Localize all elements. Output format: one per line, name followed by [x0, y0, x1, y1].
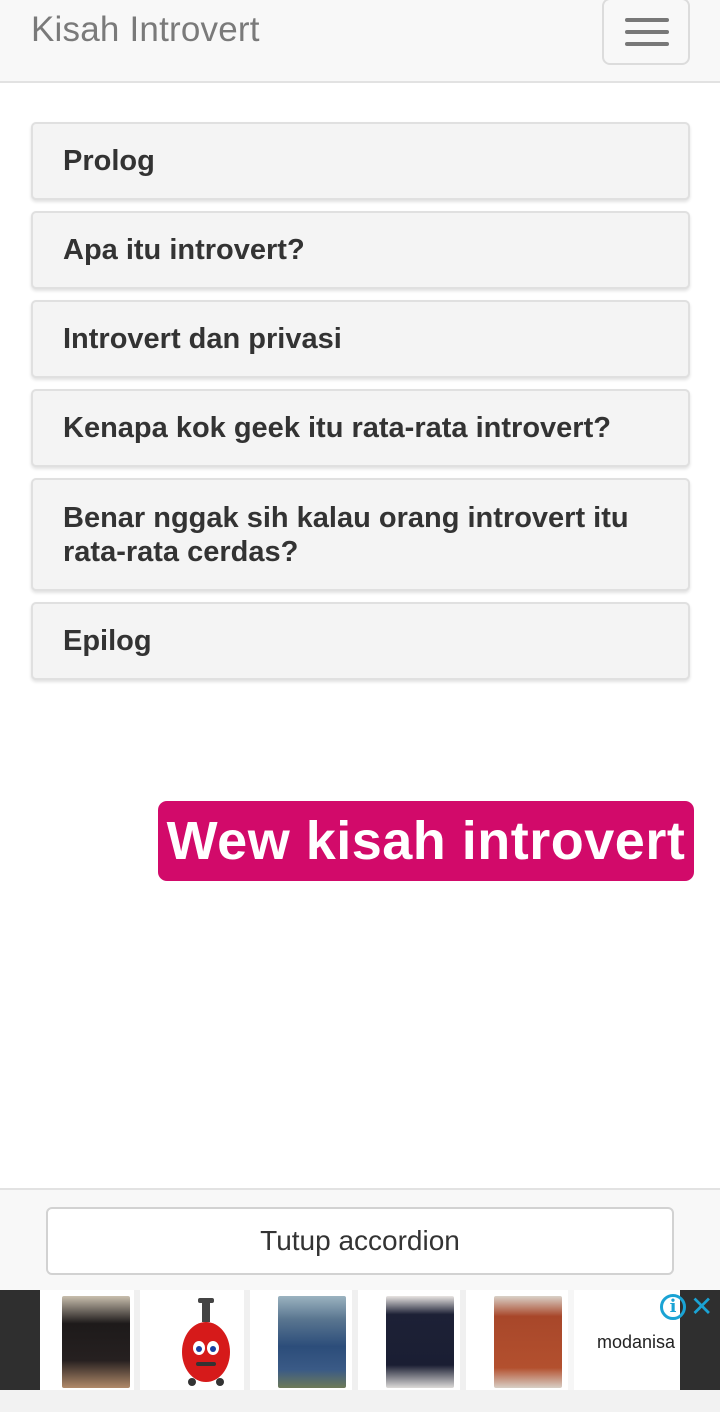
ad-product-card[interactable] [366, 1290, 466, 1390]
ad-product-card[interactable] [150, 1290, 250, 1390]
accordion-item-label: Benar nggak sih kalau orang introvert it… [63, 501, 629, 568]
footer: Tutup accordion [0, 1188, 720, 1292]
ad-product-card[interactable] [40, 1290, 140, 1390]
brand-title[interactable]: Kisah Introvert [31, 10, 260, 50]
banner-text: Wew kisah introvert [166, 811, 686, 871]
floral-dress-thumbnail [62, 1296, 130, 1388]
denim-set-thumbnail [278, 1296, 346, 1388]
bottom-spacer [0, 1390, 720, 1412]
accordion-item-label: Apa itu introvert? [63, 234, 305, 266]
close-accordion-button[interactable]: Tutup accordion [46, 1207, 674, 1275]
promo-banner: Wew kisah introvert [158, 801, 694, 881]
info-icon[interactable]: i [660, 1294, 686, 1320]
menu-toggle-button[interactable] [602, 0, 690, 65]
accordion-item-label: Kenapa kok geek itu rata-rata introvert? [63, 412, 611, 444]
accordion-item-benar-nggak-sih[interactable]: Benar nggak sih kalau orang introvert it… [31, 478, 690, 591]
accordion-item-label: Prolog [63, 145, 155, 177]
ad-product-card[interactable] [474, 1290, 574, 1390]
accordion-item-apa-itu-introvert[interactable]: Apa itu introvert? [31, 211, 690, 289]
accordion-item-kenapa-kok-geek[interactable]: Kenapa kok geek itu rata-rata introvert? [31, 389, 690, 467]
accordion-item-label: Epilog [63, 625, 152, 657]
close-icon[interactable]: ✕ [690, 1290, 713, 1323]
accordion-item-introvert-dan-privasi[interactable]: Introvert dan privasi [31, 300, 690, 378]
navbar: Kisah Introvert [0, 0, 720, 83]
ad-inner: i ✕ [40, 1290, 713, 1390]
ad-brand-logo[interactable]: modanisa [597, 1332, 675, 1353]
accordion-item-label: Introvert dan privasi [63, 323, 342, 355]
navy-tunic-thumbnail [386, 1296, 454, 1388]
accordion-item-epilog[interactable]: Epilog [31, 602, 690, 680]
kids-luggage-thumbnail [182, 1298, 230, 1386]
rust-dress-thumbnail [494, 1296, 562, 1388]
ad-product-card[interactable] [258, 1290, 358, 1390]
accordion-item-prolog[interactable]: Prolog [31, 122, 690, 200]
